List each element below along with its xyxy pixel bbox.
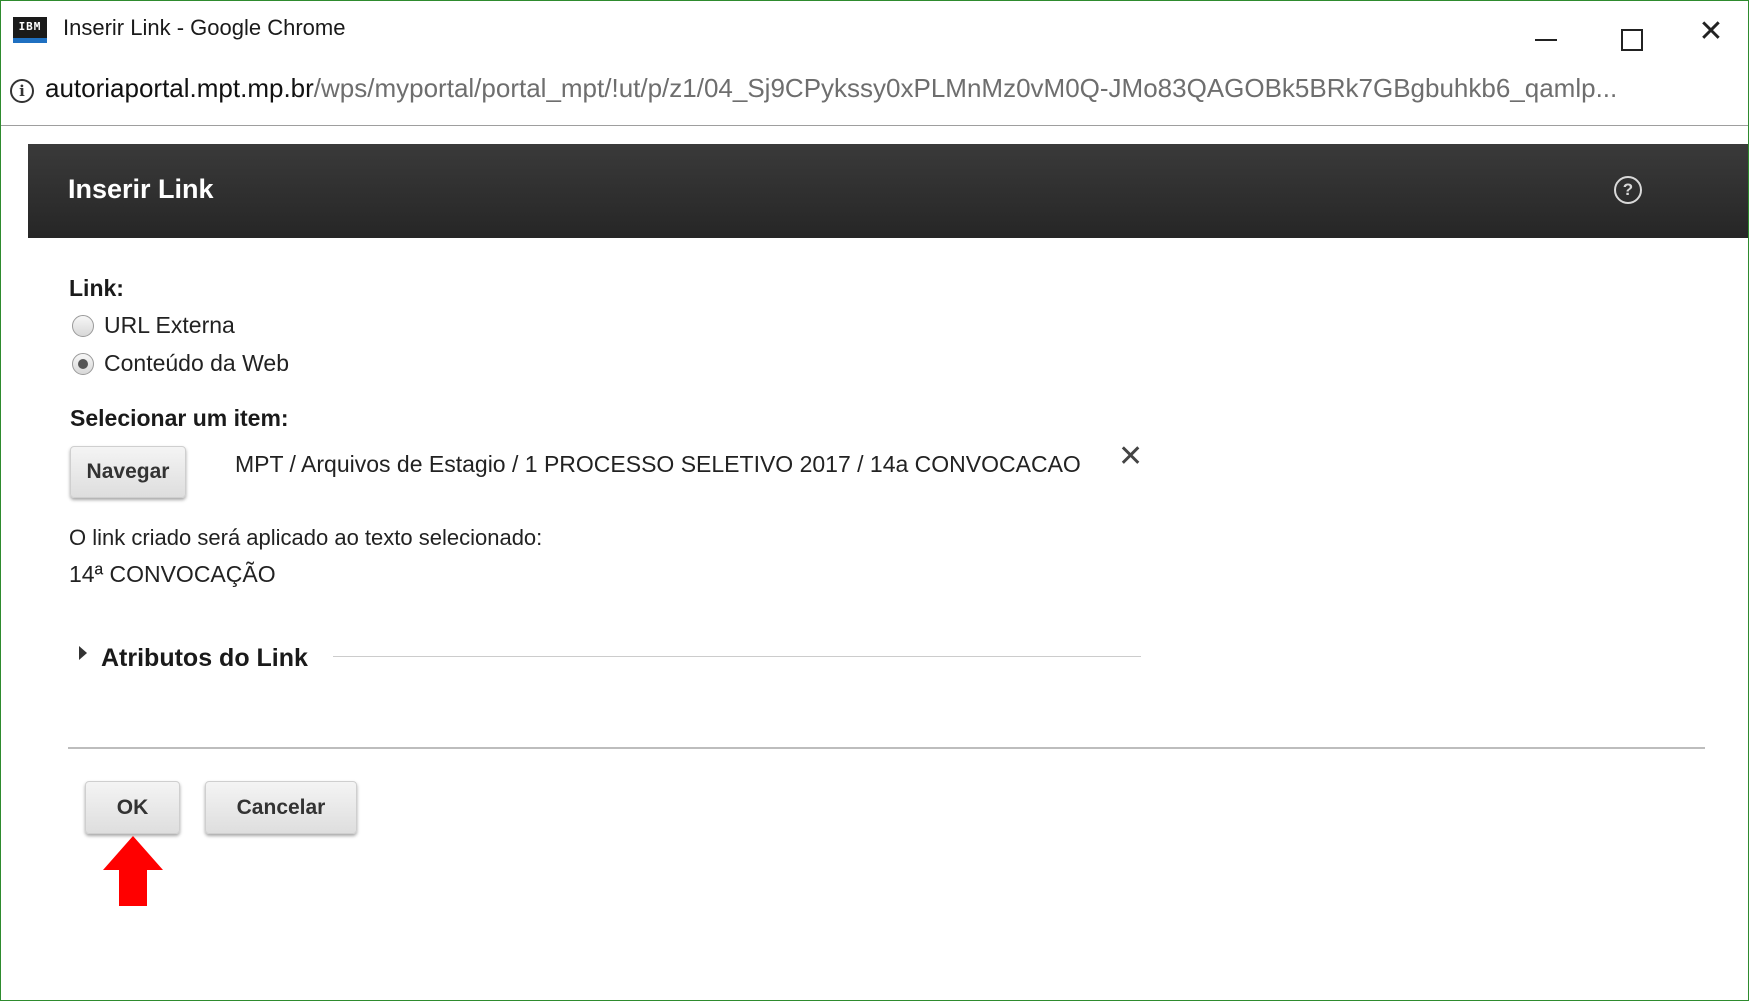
minimize-icon	[1535, 39, 1557, 41]
maximize-button[interactable]	[1588, 1, 1674, 63]
dialog-header: Inserir Link ?	[28, 144, 1748, 238]
address-bar[interactable]: i autoriaportal.mpt.mp.br/wps/myportal/p…	[1, 63, 1748, 126]
selected-item-path: MPT / Arquivos de Estagio / 1 PROCESSO S…	[235, 451, 1081, 477]
radio-conteudo-web[interactable]	[72, 353, 94, 375]
footer-divider	[68, 747, 1705, 749]
browse-button[interactable]: Navegar	[70, 446, 186, 498]
minimize-button[interactable]	[1502, 1, 1588, 63]
close-button[interactable]: ✕	[1668, 1, 1748, 63]
link-label: Link:	[69, 275, 124, 301]
clear-icon[interactable]: ✕	[1118, 442, 1143, 472]
window-title: Inserir Link - Google Chrome	[63, 15, 346, 40]
expand-triangle-icon[interactable]	[79, 646, 87, 660]
info-icon[interactable]: i	[10, 79, 34, 103]
maximize-icon	[1621, 29, 1643, 51]
section-divider	[333, 656, 1141, 657]
dialog-title: Inserir Link	[68, 174, 214, 204]
cancel-button[interactable]: Cancelar	[205, 781, 357, 834]
close-icon: ✕	[1698, 15, 1724, 48]
radio-url-externa-label[interactable]: URL Externa	[104, 312, 235, 339]
red-arrow-shape	[103, 836, 163, 906]
red-arrow-annotation	[103, 836, 163, 906]
info-text: O link criado será aplicado ao texto sel…	[69, 525, 543, 550]
radio-url-externa[interactable]	[72, 315, 94, 337]
link-attributes-toggle[interactable]: Atributos do Link	[101, 644, 308, 673]
selected-text: 14ª CONVOCAÇÃO	[69, 561, 276, 587]
help-icon[interactable]: ?	[1614, 176, 1642, 204]
ok-button[interactable]: OK	[85, 781, 180, 834]
chrome-popup-window: IBM Inserir Link - Google Chrome ✕ i aut…	[0, 0, 1749, 1001]
ibm-app-icon: IBM	[13, 17, 47, 43]
title-bar: IBM Inserir Link - Google Chrome ✕	[1, 1, 1748, 63]
url-host: autoriaportal.mpt.mp.br	[45, 73, 314, 103]
url-path: /wps/myportal/portal_mpt/!ut/p/z1/04_Sj9…	[313, 73, 1618, 103]
url-text[interactable]: autoriaportal.mpt.mp.br/wps/myportal/por…	[45, 73, 1745, 104]
select-item-label: Selecionar um item:	[70, 405, 289, 431]
radio-conteudo-web-label[interactable]: Conteúdo da Web	[104, 350, 289, 377]
